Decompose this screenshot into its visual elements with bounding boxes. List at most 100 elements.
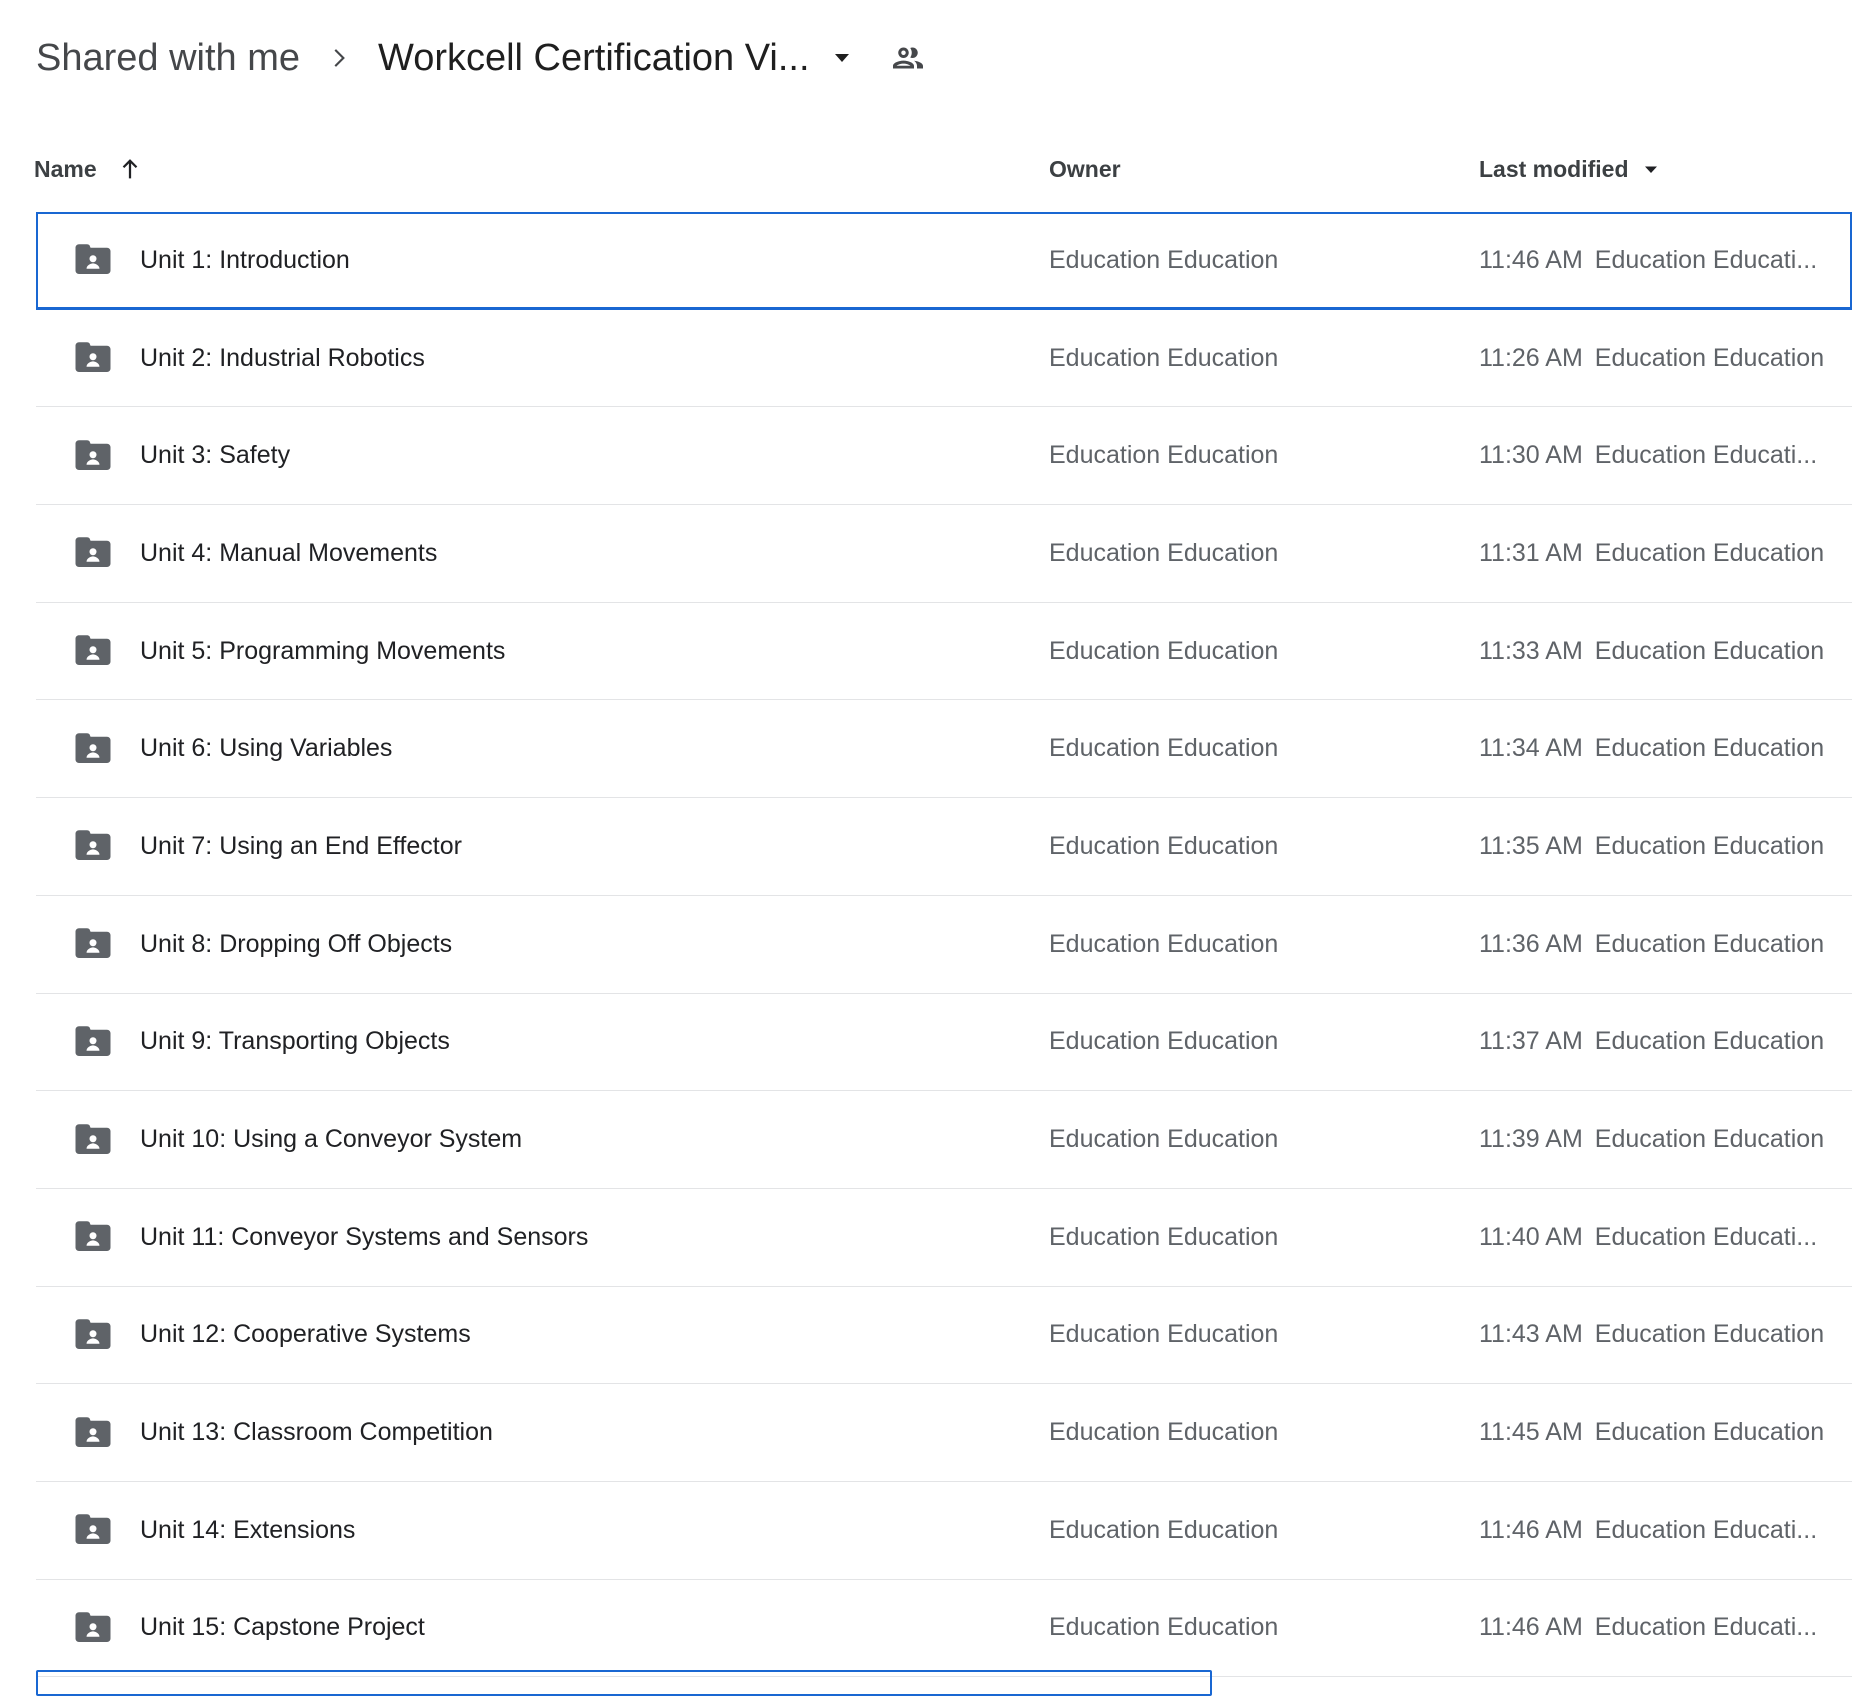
people-icon xyxy=(890,40,926,76)
folder-name: Unit 12: Cooperative Systems xyxy=(140,1320,1049,1349)
shared-folder-icon xyxy=(72,825,114,867)
folder-name: Unit 3: Safety xyxy=(140,441,1049,470)
table-row[interactable]: Unit 7: Using an End Effector Education … xyxy=(36,798,1852,896)
folder-name: Unit 8: Dropping Off Objects xyxy=(140,930,1049,959)
folder-name: Unit 9: Transporting Objects xyxy=(140,1027,1049,1056)
modified-time: 11:43 AM xyxy=(1479,1320,1583,1349)
modified-by: Education Educati... xyxy=(1595,441,1817,470)
owner-name: Education Education xyxy=(1049,1418,1479,1447)
table-row[interactable]: Unit 3: Safety Education Education 11:30… xyxy=(36,407,1852,505)
owner-name: Education Education xyxy=(1049,441,1479,470)
last-modified-cell: 11:31 AM Education Education xyxy=(1479,539,1852,568)
modified-by: Education Education xyxy=(1595,832,1824,861)
shared-folder-icon xyxy=(72,1607,114,1649)
caret-down-icon[interactable] xyxy=(832,51,852,65)
modified-by: Education Education xyxy=(1595,637,1824,666)
table-row[interactable]: Unit 14: Extensions Education Education … xyxy=(36,1482,1852,1580)
owner-name: Education Education xyxy=(1049,1125,1479,1154)
modified-time: 11:45 AM xyxy=(1479,1418,1583,1447)
owner-name: Education Education xyxy=(1049,1320,1479,1349)
folder-name: Unit 10: Using a Conveyor System xyxy=(140,1125,1049,1154)
folder-name: Unit 15: Capstone Project xyxy=(140,1613,1049,1642)
breadcrumb: Shared with me Workcell Certification Vi… xyxy=(0,0,1876,86)
modified-time: 11:33 AM xyxy=(1479,637,1583,666)
table-row[interactable]: Unit 6: Using Variables Education Educat… xyxy=(36,700,1852,798)
column-header-name[interactable]: Name xyxy=(34,154,1049,184)
modified-by: Education Education xyxy=(1595,539,1824,568)
table-row[interactable]: Unit 8: Dropping Off Objects Education E… xyxy=(36,896,1852,994)
table-row[interactable]: Unit 4: Manual Movements Education Educa… xyxy=(36,505,1852,603)
last-modified-cell: 11:46 AM Education Educati... xyxy=(1479,1613,1852,1642)
folder-name: Unit 13: Classroom Competition xyxy=(140,1418,1049,1447)
last-modified-cell: 11:36 AM Education Education xyxy=(1479,930,1852,959)
modified-by: Education Education xyxy=(1595,734,1824,763)
modified-by: Education Education xyxy=(1595,930,1824,959)
modified-by: Education Education xyxy=(1595,1320,1824,1349)
folder-name: Unit 5: Programming Movements xyxy=(140,637,1049,666)
last-modified-cell: 11:39 AM Education Education xyxy=(1479,1125,1852,1154)
shared-folder-icon xyxy=(72,1216,114,1258)
table-row[interactable]: Unit 13: Classroom Competition Education… xyxy=(36,1384,1852,1482)
modified-by: Education Educati... xyxy=(1595,1223,1817,1252)
last-modified-cell: 11:34 AM Education Education xyxy=(1479,734,1852,763)
chevron-right-icon xyxy=(324,43,354,73)
shared-folder-icon xyxy=(72,239,114,281)
table-header: Name Owner Last modified xyxy=(0,86,1876,212)
modified-time: 11:46 AM xyxy=(1479,1613,1583,1642)
last-modified-cell: 11:40 AM Education Educati... xyxy=(1479,1223,1852,1252)
table-row[interactable]: Unit 1: Introduction Education Education… xyxy=(36,212,1852,310)
column-header-last-modified-label: Last modified xyxy=(1479,156,1629,183)
shared-folder-icon xyxy=(72,923,114,965)
shared-folder-icon xyxy=(72,728,114,770)
table-row[interactable]: Unit 11: Conveyor Systems and Sensors Ed… xyxy=(36,1189,1852,1287)
folder-name: Unit 14: Extensions xyxy=(140,1516,1049,1545)
last-modified-cell: 11:46 AM Education Educati... xyxy=(1479,1516,1852,1545)
column-header-name-label: Name xyxy=(34,156,97,183)
modified-time: 11:31 AM xyxy=(1479,539,1583,568)
shared-folder-icon xyxy=(72,1509,114,1551)
table-row[interactable]: Unit 15: Capstone Project Education Educ… xyxy=(36,1580,1852,1678)
file-list: Unit 1: Introduction Education Education… xyxy=(36,212,1852,1677)
shared-folder-icon xyxy=(72,630,114,672)
shared-folder-icon xyxy=(72,532,114,574)
modified-time: 11:34 AM xyxy=(1479,734,1583,763)
folder-name: Unit 7: Using an End Effector xyxy=(140,832,1049,861)
modified-time: 11:26 AM xyxy=(1479,344,1583,373)
owner-name: Education Education xyxy=(1049,246,1479,275)
breadcrumb-shared-with-me[interactable]: Shared with me xyxy=(36,37,300,80)
modified-time: 11:35 AM xyxy=(1479,832,1583,861)
table-row[interactable]: Unit 10: Using a Conveyor System Educati… xyxy=(36,1091,1852,1189)
folder-name: Unit 6: Using Variables xyxy=(140,734,1049,763)
table-row[interactable]: Unit 12: Cooperative Systems Education E… xyxy=(36,1287,1852,1385)
table-row[interactable]: Unit 5: Programming Movements Education … xyxy=(36,603,1852,701)
modified-by: Education Educati... xyxy=(1595,1516,1817,1545)
modified-time: 11:46 AM xyxy=(1479,1516,1583,1545)
folder-name: Unit 1: Introduction xyxy=(140,246,1049,275)
owner-name: Education Education xyxy=(1049,1516,1479,1545)
last-modified-cell: 11:30 AM Education Educati... xyxy=(1479,441,1852,470)
sort-ascending-arrow-icon xyxy=(115,154,145,184)
owner-name: Education Education xyxy=(1049,539,1479,568)
modified-time: 11:39 AM xyxy=(1479,1125,1583,1154)
owner-name: Education Education xyxy=(1049,832,1479,861)
folder-name: Unit 11: Conveyor Systems and Sensors xyxy=(140,1223,1049,1252)
modified-time: 11:46 AM xyxy=(1479,246,1583,275)
table-row[interactable]: Unit 2: Industrial Robotics Education Ed… xyxy=(36,310,1852,408)
last-modified-cell: 11:43 AM Education Education xyxy=(1479,1320,1852,1349)
modified-by: Education Education xyxy=(1595,1027,1824,1056)
shared-folder-icon xyxy=(72,1412,114,1454)
column-header-last-modified[interactable]: Last modified xyxy=(1479,156,1659,183)
modified-by: Education Educati... xyxy=(1595,246,1817,275)
modified-time: 11:36 AM xyxy=(1479,930,1583,959)
owner-name: Education Education xyxy=(1049,1613,1479,1642)
breadcrumb-current-folder[interactable]: Workcell Certification Vi... xyxy=(378,37,810,80)
modified-time: 11:37 AM xyxy=(1479,1027,1583,1056)
last-modified-cell: 11:35 AM Education Education xyxy=(1479,832,1852,861)
shared-folder-icon xyxy=(72,435,114,477)
owner-name: Education Education xyxy=(1049,1223,1479,1252)
owner-name: Education Education xyxy=(1049,637,1479,666)
column-header-owner: Owner xyxy=(1049,156,1479,183)
table-row[interactable]: Unit 9: Transporting Objects Education E… xyxy=(36,994,1852,1092)
partial-selected-row[interactable] xyxy=(36,1670,1212,1696)
shared-folder-icon xyxy=(72,1021,114,1063)
